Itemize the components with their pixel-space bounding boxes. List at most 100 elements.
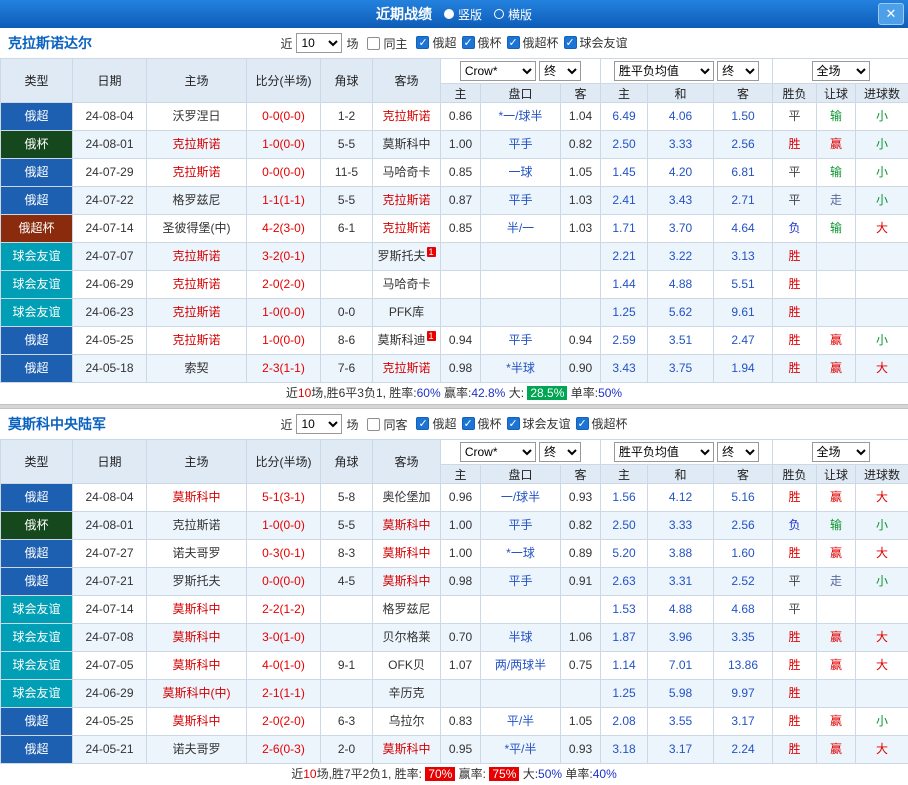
league-filter-checkbox[interactable]: 球会友谊 (507, 415, 571, 432)
match-row: 俄杯24-08-01克拉斯诺1-0(0-0)5-5莫斯科中1.00平手0.822… (1, 512, 908, 540)
checkbox-checked-icon (576, 417, 589, 430)
same-venue-checkbox[interactable]: 同客 (367, 416, 407, 433)
league-badge: 俄超 (1, 540, 73, 568)
league-badge: 球会友谊 (1, 271, 73, 299)
matches-table: 类型 日期 主场 比分(半场) 角球 客场 Crow* 终 胜平负均值 终 全场 (0, 439, 908, 764)
col-asian-home: 主 (441, 465, 481, 484)
portrait-label: 竖版 (458, 6, 482, 23)
result-value: 胜 (773, 736, 817, 764)
asian-final-select[interactable]: 终 (539, 442, 581, 462)
scope-controls: 全场 (773, 59, 908, 84)
euro-away-odds: 2.71 (714, 187, 773, 215)
euro-draw-odds: 7.01 (648, 652, 714, 680)
handicap-line: *一/球半 (481, 103, 561, 131)
avg-odds-select[interactable]: 胜平负均值 (614, 61, 714, 81)
euro-home-odds: 1.53 (601, 596, 648, 624)
euro-final-select[interactable]: 终 (717, 442, 759, 462)
goals-result-value (856, 596, 908, 624)
handicap-line (481, 271, 561, 299)
col-euro-away: 客 (714, 84, 773, 103)
league-filter-checkbox[interactable]: 俄超杯 (507, 34, 559, 51)
euro-home-odds: 3.43 (601, 355, 648, 383)
home-team: 克拉斯诺 (147, 327, 247, 355)
asian-home-odds (441, 680, 481, 708)
team-label: 莫斯科中(中) (163, 686, 231, 700)
team-label: 莫斯科迪 (377, 333, 425, 347)
league-badge: 俄超 (1, 708, 73, 736)
home-team: 克拉斯诺 (147, 299, 247, 327)
result-value: 胜 (773, 243, 817, 271)
asian-away-odds: 0.93 (561, 736, 601, 764)
layout-option-portrait[interactable]: 竖版 (444, 6, 482, 23)
asian-home-odds: 1.00 (441, 131, 481, 159)
col-asian-away: 客 (561, 465, 601, 484)
rank-badge: 1 (427, 331, 436, 341)
away-team: 奥伦堡加 (373, 484, 441, 512)
handicap-result-value: 走 (817, 568, 856, 596)
match-date: 24-07-14 (73, 215, 147, 243)
handicap-result-value (817, 299, 856, 327)
asian-home-odds: 0.98 (441, 568, 481, 596)
league-filter-checkbox[interactable]: 俄杯 (462, 415, 502, 432)
handicap-result-value: 输 (817, 103, 856, 131)
league-badge: 球会友谊 (1, 596, 73, 624)
asian-away-odds (561, 680, 601, 708)
euro-final-select[interactable]: 终 (717, 61, 759, 81)
home-team: 克拉斯诺 (147, 271, 247, 299)
league-filter-checkbox[interactable]: 球会友谊 (564, 34, 628, 51)
summary-part: 10 (298, 386, 311, 400)
checkbox-checked-icon (507, 417, 520, 430)
euro-home-odds: 1.44 (601, 271, 648, 299)
asian-home-odds: 0.85 (441, 159, 481, 187)
euro-away-odds: 4.68 (714, 596, 773, 624)
euro-draw-odds: 5.62 (648, 299, 714, 327)
col-goals: 进球数 (856, 465, 908, 484)
asian-away-odds (561, 271, 601, 299)
team-label: 格罗兹尼 (382, 602, 430, 616)
col-away: 客场 (373, 440, 441, 484)
euro-away-odds: 5.16 (714, 484, 773, 512)
asian-away-odds: 1.03 (561, 187, 601, 215)
home-team: 诺夫哥罗 (147, 736, 247, 764)
team-name: 克拉斯诺达尔 (8, 33, 92, 53)
summary-part: 50% (598, 386, 622, 400)
summary-part: 10 (303, 767, 316, 781)
same-venue-checkbox[interactable]: 同主 (367, 35, 407, 52)
league-filter-group: 俄超俄杯俄超杯球会友谊 (411, 34, 627, 52)
league-filter-checkbox[interactable]: 俄超杯 (576, 415, 628, 432)
euro-away-odds: 9.61 (714, 299, 773, 327)
asian-away-odds: 1.03 (561, 215, 601, 243)
team-name: 莫斯科中央陆军 (8, 414, 106, 434)
odds-company-select[interactable]: Crow* (460, 61, 536, 81)
games-label: 场 (346, 35, 358, 52)
score: 1-0(0-0) (247, 131, 321, 159)
league-filter-checkbox[interactable]: 俄杯 (462, 34, 502, 51)
result-value: 胜 (773, 540, 817, 568)
team-label: 莫斯科中 (382, 546, 430, 560)
asian-final-select[interactable]: 终 (539, 61, 581, 81)
games-label: 场 (346, 416, 358, 433)
home-team: 克拉斯诺 (147, 159, 247, 187)
match-count-select[interactable]: 10 (296, 33, 342, 53)
close-button[interactable]: ✕ (878, 3, 904, 25)
team-label: 克拉斯诺 (172, 249, 220, 263)
scope-select[interactable]: 全场 (812, 61, 870, 81)
league-filter-checkbox[interactable]: 俄超 (416, 415, 456, 432)
asian-away-odds: 0.89 (561, 540, 601, 568)
team-label: 罗斯托夫 (377, 249, 425, 263)
odds-company-select[interactable]: Crow* (460, 442, 536, 462)
goals-result-value: 小 (856, 103, 908, 131)
layout-option-landscape[interactable]: 横版 (494, 6, 532, 23)
col-score: 比分(半场) (247, 440, 321, 484)
asian-home-odds: 0.96 (441, 484, 481, 512)
score: 0-0(0-0) (247, 103, 321, 131)
match-date: 24-08-04 (73, 484, 147, 512)
handicap-result-value: 赢 (817, 327, 856, 355)
team-label: 诺夫哥罗 (172, 546, 220, 560)
match-count-select[interactable]: 10 (296, 414, 342, 434)
match-row: 俄杯24-08-01克拉斯诺1-0(0-0)5-5莫斯科中1.00平手0.822… (1, 131, 908, 159)
league-filter-checkbox[interactable]: 俄超 (416, 34, 456, 51)
scope-select[interactable]: 全场 (812, 442, 870, 462)
section-header: 莫斯科中央陆军 近 10 场 同客 俄超俄杯球会友谊俄超杯 (0, 409, 908, 439)
avg-odds-select[interactable]: 胜平负均值 (614, 442, 714, 462)
